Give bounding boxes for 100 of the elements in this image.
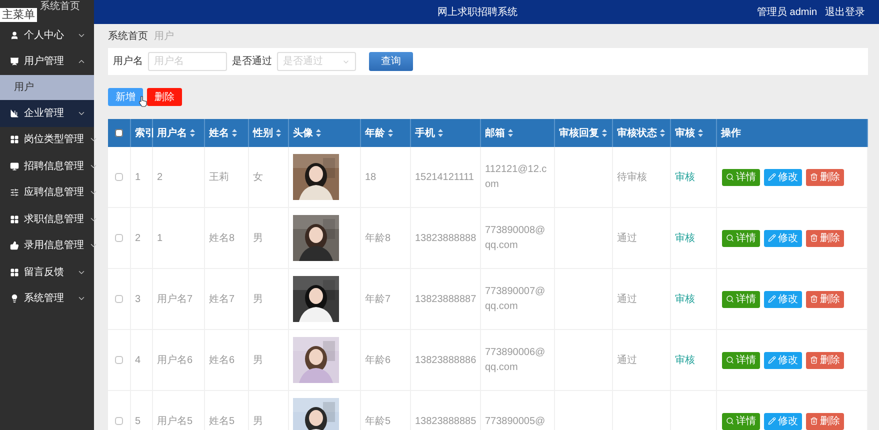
review-link[interactable]: 审核 bbox=[675, 170, 695, 184]
delete-button[interactable]: 删除 bbox=[806, 352, 844, 368]
details-button[interactable]: 详情 bbox=[722, 290, 760, 308]
delete-button[interactable]: 删除 bbox=[806, 412, 844, 430]
field-label: 是否通过 bbox=[232, 54, 272, 69]
edit-button[interactable]: 修改 bbox=[764, 168, 802, 186]
details-button[interactable]: 详情 bbox=[722, 168, 760, 186]
table-cell-text: 姓名6 bbox=[209, 354, 235, 368]
table-cell-text: 13823888886 bbox=[415, 354, 476, 368]
sidebar-subitem[interactable]: 用户 bbox=[0, 75, 94, 100]
table-cell-text: 用户名6 bbox=[157, 354, 193, 368]
sort-icon bbox=[698, 129, 703, 137]
column-header[interactable]: 性别 bbox=[249, 126, 285, 140]
column-header[interactable]: 头像 bbox=[289, 126, 325, 140]
edit-button[interactable]: 修改 bbox=[764, 412, 802, 430]
pencil-icon bbox=[768, 173, 776, 181]
column-header[interactable]: 年龄 bbox=[361, 126, 397, 140]
column-header[interactable]: 手机 bbox=[411, 126, 447, 140]
search-icon bbox=[726, 173, 734, 181]
search-icon bbox=[726, 417, 734, 425]
system-title: 网上求职招聘系统 bbox=[437, 6, 518, 20]
logout-link[interactable]: 退出登录 bbox=[825, 4, 865, 20]
edit-button[interactable]: 修改 bbox=[764, 290, 802, 308]
table-cell-text: 待审核 bbox=[617, 170, 647, 184]
select-all-checkbox[interactable] bbox=[115, 129, 123, 137]
monitor-icon bbox=[10, 162, 19, 171]
user-name: 管理员 admin bbox=[756, 6, 817, 20]
table-cell-text: 姓名8 bbox=[209, 232, 235, 246]
table-cell-text: 年龄8 bbox=[365, 232, 391, 246]
query-button[interactable]: 查询 bbox=[369, 52, 413, 71]
delete-button[interactable]: 删除 bbox=[806, 168, 844, 186]
column-header[interactable]: 用户名 bbox=[153, 126, 199, 140]
trash-icon bbox=[810, 173, 818, 181]
edit-button[interactable]: 修改 bbox=[764, 352, 802, 368]
thumbs-up-icon bbox=[10, 241, 19, 250]
table-cell-text: 3 bbox=[135, 292, 141, 306]
table-cell-text: 女 bbox=[253, 170, 263, 184]
breadcrumb-link[interactable]: 系统首页 bbox=[108, 28, 148, 44]
table-cell-text: 2 bbox=[157, 170, 163, 184]
table-cell-text: 通过 bbox=[617, 232, 637, 246]
sort-icon bbox=[602, 129, 607, 137]
table-cell-text: 2 bbox=[135, 232, 141, 246]
delete-button[interactable]: 删除 bbox=[806, 230, 844, 246]
table-cell-text: 773890006@qq.com bbox=[485, 346, 546, 375]
main-menu-label: 主菜单 bbox=[0, 8, 37, 22]
search-icon bbox=[726, 356, 734, 364]
delete-button[interactable]: 删除 bbox=[806, 290, 844, 308]
table-cell-text: 13823888887 bbox=[415, 292, 476, 306]
pencil-icon bbox=[768, 234, 776, 242]
review-link[interactable]: 审核 bbox=[675, 230, 695, 246]
search-icon bbox=[726, 295, 734, 303]
table-cell-text: 18 bbox=[365, 170, 376, 184]
column-header[interactable]: 审核回复 bbox=[555, 126, 611, 140]
sort-icon bbox=[232, 129, 237, 137]
lightbulb-icon bbox=[10, 294, 19, 304]
table-cell-text: 男 bbox=[253, 414, 263, 428]
column-header[interactable]: 姓名 bbox=[205, 126, 241, 140]
table-cell-text: 13823888885 bbox=[415, 414, 476, 428]
trash-icon bbox=[810, 234, 818, 242]
sort-icon bbox=[660, 129, 665, 137]
table-cell-text: 13823888888 bbox=[415, 232, 476, 246]
table-cell-text: 男 bbox=[253, 354, 263, 368]
pencil-icon bbox=[768, 356, 776, 364]
table-cell-text: 773890007@qq.com bbox=[485, 285, 546, 314]
sort-icon bbox=[388, 129, 393, 137]
field-label: 用户名 bbox=[113, 54, 143, 69]
add-button[interactable]: 新增 bbox=[108, 88, 143, 106]
grid-icon bbox=[10, 135, 19, 144]
table-cell-text: 15214121111 bbox=[415, 170, 474, 184]
delete-button[interactable]: 删除 bbox=[147, 88, 182, 106]
table-cell-text: 男 bbox=[253, 292, 263, 306]
table-cell-text: 年龄5 bbox=[365, 414, 391, 428]
column-header[interactable]: 操作 bbox=[717, 126, 745, 140]
edit-button[interactable]: 修改 bbox=[764, 230, 802, 246]
table-cell-text: 年龄6 bbox=[365, 354, 391, 368]
pointer-cursor-icon bbox=[139, 96, 147, 107]
sort-icon bbox=[316, 129, 321, 137]
table-cell-text: 通过 bbox=[617, 292, 637, 306]
column-header[interactable]: 审核 bbox=[671, 126, 707, 140]
table-cell-text: 用户名5 bbox=[157, 414, 193, 428]
table-cell-text: 1 bbox=[157, 232, 163, 246]
table-cell-text: 用户名7 bbox=[157, 292, 193, 306]
table-cell-text: 年龄7 bbox=[365, 292, 391, 306]
search-icon bbox=[726, 234, 734, 242]
details-button[interactable]: 详情 bbox=[722, 412, 760, 430]
table-cell-text: 男 bbox=[253, 232, 263, 246]
sidebar-home-link[interactable]: 系统首页 bbox=[40, 1, 80, 13]
table-cell-text: 5 bbox=[135, 414, 141, 428]
review-link[interactable]: 审核 bbox=[675, 292, 695, 306]
column-header[interactable]: 邮箱 bbox=[481, 126, 517, 140]
table-cell-text: 姓名7 bbox=[209, 292, 235, 306]
sidebar-item[interactable]: 企业管理 bbox=[0, 100, 94, 126]
details-button[interactable]: 详情 bbox=[722, 352, 760, 368]
table-cell-text: 通过 bbox=[617, 354, 637, 368]
trash-icon bbox=[810, 295, 818, 303]
table-cell-text: 112121@12.com bbox=[485, 163, 548, 192]
person-icon bbox=[10, 30, 19, 40]
review-link[interactable]: 审核 bbox=[675, 352, 695, 368]
column-header[interactable]: 审核状态 bbox=[613, 126, 669, 140]
details-button[interactable]: 详情 bbox=[722, 230, 760, 246]
